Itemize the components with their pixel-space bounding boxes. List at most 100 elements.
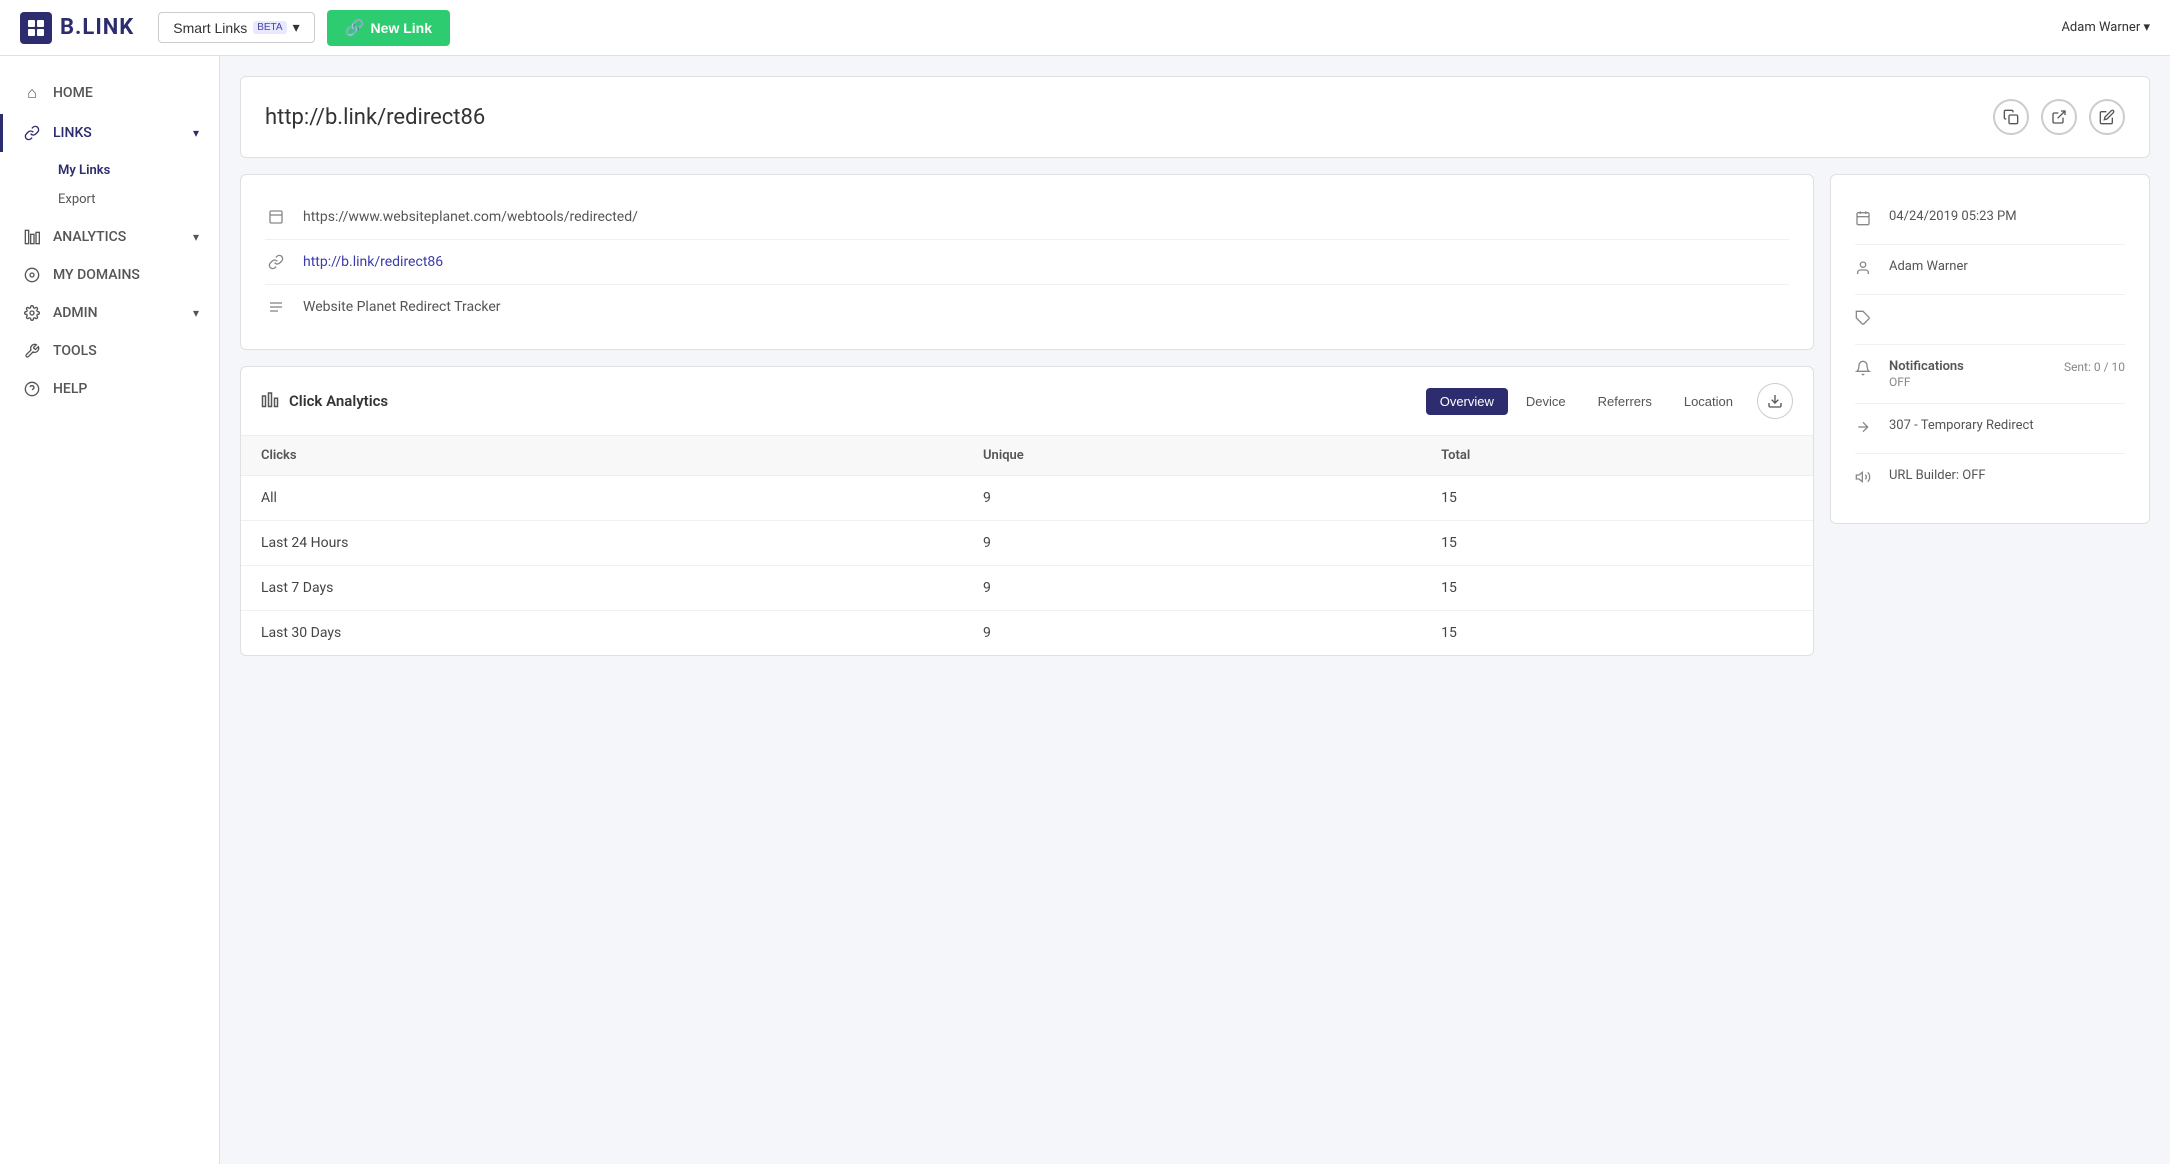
row-label-7d: Last 7 Days xyxy=(241,566,963,611)
user-icon xyxy=(1855,260,1875,280)
help-icon xyxy=(23,381,41,397)
notifications-status: OFF xyxy=(1889,375,2125,389)
logo: B.LINK xyxy=(20,12,134,44)
calendar-icon xyxy=(1855,210,1875,230)
info-card: https://www.websiteplanet.com/webtools/r… xyxy=(240,174,1814,350)
col-clicks: Clicks xyxy=(241,436,963,476)
row-total-30d: 15 xyxy=(1421,611,1813,656)
tab-referrers[interactable]: Referrers xyxy=(1584,388,1666,415)
text-icon xyxy=(265,299,287,315)
row-label-all: All xyxy=(241,476,963,521)
username: Adam Warner xyxy=(2061,20,2140,35)
home-icon: ⌂ xyxy=(23,83,41,103)
col-total: Total xyxy=(1421,436,1813,476)
smart-links-label: Smart Links xyxy=(173,20,247,36)
user-menu[interactable]: Adam Warner ▾ xyxy=(2061,20,2150,35)
user-chevron-icon: ▾ xyxy=(2143,20,2150,35)
notifications-row: Notifications Sent: 0 / 10 OFF xyxy=(1855,345,2125,404)
tab-device[interactable]: Device xyxy=(1512,388,1580,415)
sidebar-item-analytics[interactable]: ANALYTICS ▾ xyxy=(0,218,219,256)
bell-icon xyxy=(1855,360,1875,380)
content-right: 04/24/2019 05:23 PM Adam Warner xyxy=(1830,174,2150,656)
col-unique: Unique xyxy=(963,436,1421,476)
tab-overview[interactable]: Overview xyxy=(1426,388,1508,415)
chain-icon xyxy=(265,254,287,270)
row-label-30d: Last 30 Days xyxy=(241,611,963,656)
sidebar-item-tools[interactable]: TOOLS xyxy=(0,332,219,370)
links-submenu: My Links Export xyxy=(0,152,219,218)
notifications-label: Notifications xyxy=(1889,359,1964,374)
logo-icon xyxy=(20,12,52,44)
sidebar-tools-label: TOOLS xyxy=(53,343,97,359)
sidebar-admin-label: ADMIN xyxy=(53,305,98,321)
page-url: http://b.link/redirect86 xyxy=(265,105,485,130)
title-row: Website Planet Redirect Tracker xyxy=(265,285,1789,329)
short-url-row: http://b.link/redirect86 xyxy=(265,240,1789,285)
content-split: https://www.websiteplanet.com/webtools/r… xyxy=(240,174,2150,656)
main-content: http://b.link/redirect86 xyxy=(220,56,2170,1164)
row-unique-24h: 9 xyxy=(963,521,1421,566)
notifications-content: Notifications Sent: 0 / 10 OFF xyxy=(1889,359,2125,389)
sidebar-item-links[interactable]: LINKS ▾ xyxy=(0,114,219,152)
copy-button[interactable] xyxy=(1993,99,2029,135)
tab-location[interactable]: Location xyxy=(1670,388,1747,415)
download-button[interactable] xyxy=(1757,383,1793,419)
analytics-icon xyxy=(23,229,41,245)
redirect-type-row: 307 - Temporary Redirect xyxy=(1855,404,2125,454)
links-chevron-icon: ▾ xyxy=(193,126,199,140)
sidebar-item-my-domains[interactable]: MY DOMAINS xyxy=(0,256,219,294)
row-total-24h: 15 xyxy=(1421,521,1813,566)
edit-button[interactable] xyxy=(2089,99,2125,135)
link-title: Website Planet Redirect Tracker xyxy=(303,299,501,315)
megaphone-icon xyxy=(1855,469,1875,489)
new-link-button[interactable]: 🔗 New Link xyxy=(327,10,450,46)
sidebar-item-export[interactable]: Export xyxy=(50,185,219,214)
new-link-label: New Link xyxy=(371,20,432,36)
tag-icon xyxy=(1855,310,1875,330)
chart-icon xyxy=(261,390,279,412)
sidebar-help-label: HELP xyxy=(53,381,87,397)
domains-icon xyxy=(23,267,41,283)
page-header: http://b.link/redirect86 xyxy=(240,76,2150,158)
sidebar-item-admin[interactable]: ADMIN ▾ xyxy=(0,294,219,332)
row-unique-30d: 9 xyxy=(963,611,1421,656)
analytics-tabs: Overview Device Referrers Location xyxy=(1426,388,1747,415)
sidebar-item-help[interactable]: HELP xyxy=(0,370,219,408)
table-row: Last 24 Hours 9 15 xyxy=(241,521,1813,566)
page-actions xyxy=(1993,99,2125,135)
analytics-header: Click Analytics Overview Device Referrer… xyxy=(241,367,1813,436)
sidebar-analytics-label: ANALYTICS xyxy=(53,229,126,245)
sidebar-domains-label: MY DOMAINS xyxy=(53,267,140,283)
created-date: 04/24/2019 05:23 PM xyxy=(1889,209,2017,224)
owner-name: Adam Warner xyxy=(1889,259,1968,274)
table-row: Last 7 Days 9 15 xyxy=(241,566,1813,611)
analytics-card: Click Analytics Overview Device Referrer… xyxy=(240,366,1814,656)
open-external-button[interactable] xyxy=(2041,99,2077,135)
smart-links-button[interactable]: Smart Links BETA ▾ xyxy=(158,12,314,43)
short-url[interactable]: http://b.link/redirect86 xyxy=(303,254,443,270)
tags-row xyxy=(1855,295,2125,345)
arrow-right-icon xyxy=(1855,419,1875,439)
sidebar-item-home[interactable]: ⌂ HOME xyxy=(0,72,219,114)
beta-badge: BETA xyxy=(253,21,286,34)
analytics-chevron-icon: ▾ xyxy=(193,230,199,244)
row-label-24h: Last 24 Hours xyxy=(241,521,963,566)
row-total-7d: 15 xyxy=(1421,566,1813,611)
link-icon: 🔗 xyxy=(345,18,365,38)
logo-text: B.LINK xyxy=(60,15,134,40)
links-icon xyxy=(23,125,41,141)
table-row: Last 30 Days 9 15 xyxy=(241,611,1813,656)
sidebar-home-label: HOME xyxy=(53,85,93,101)
sidebar-links-label: LINKS xyxy=(53,125,92,141)
analytics-title: Click Analytics xyxy=(289,392,1416,410)
table-row: All 9 15 xyxy=(241,476,1813,521)
row-total-all: 15 xyxy=(1421,476,1813,521)
url-builder-status: URL Builder: OFF xyxy=(1889,468,1986,483)
redirect-type: 307 - Temporary Redirect xyxy=(1889,418,2034,433)
content-left: https://www.websiteplanet.com/webtools/r… xyxy=(240,174,1814,656)
layout: ⌂ HOME LINKS ▾ My Links Export xyxy=(0,56,2170,1164)
admin-chevron-icon: ▾ xyxy=(193,306,199,320)
destination-row: https://www.websiteplanet.com/webtools/r… xyxy=(265,195,1789,240)
destination-url: https://www.websiteplanet.com/webtools/r… xyxy=(303,209,638,225)
sidebar-item-my-links[interactable]: My Links xyxy=(50,156,219,185)
